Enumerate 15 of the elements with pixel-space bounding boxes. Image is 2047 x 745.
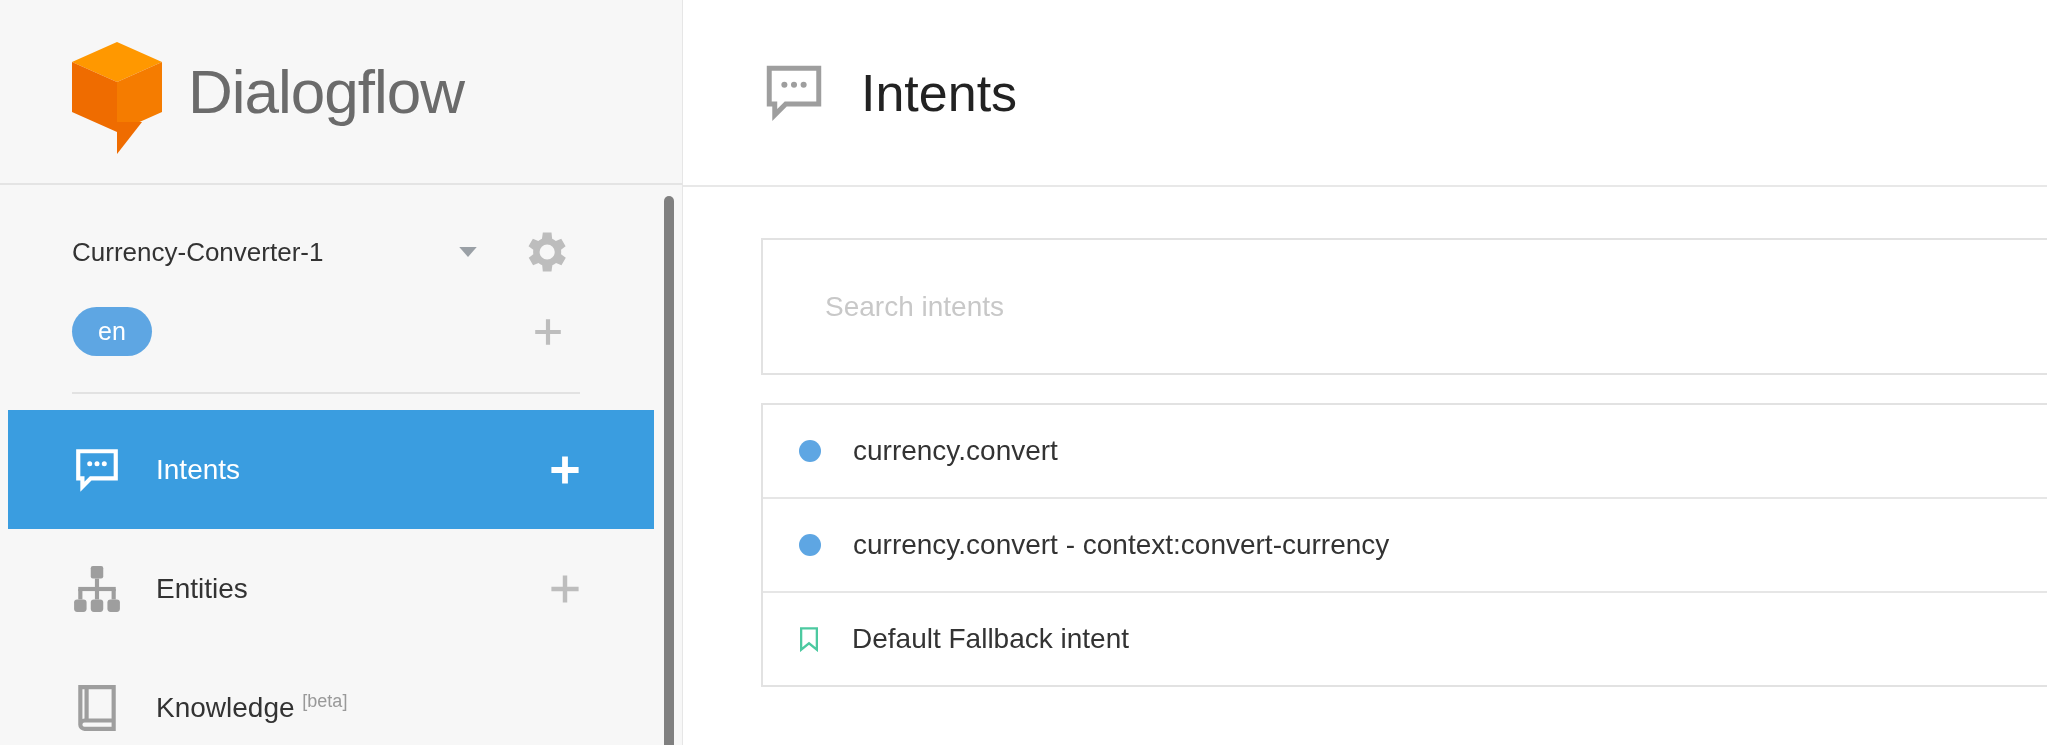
status-dot [799, 534, 821, 556]
intent-link[interactable]: Default Fallback intent [852, 623, 1130, 655]
intent-link[interactable]: currency.convert - context:convert-currency [853, 529, 1390, 561]
nav-item[interactable]: Knowledge $^{[beta]}$ [8, 648, 654, 745]
logo-icon [72, 41, 162, 154]
status-dot [799, 440, 821, 462]
caret-icon[interactable] [459, 247, 477, 257]
scrollbar[interactable] [664, 196, 674, 745]
hierarchy-icon [72, 563, 122, 614]
bookmark-icon [799, 626, 819, 652]
brand-name: Dialogflow [188, 56, 465, 127]
nav-item[interactable]: Entities [8, 529, 654, 648]
intent-link[interactable]: currency.convert [853, 435, 1058, 467]
page-title: Intents [861, 62, 1018, 123]
agent-name[interactable]: Currency-Converter-1 [72, 236, 452, 268]
